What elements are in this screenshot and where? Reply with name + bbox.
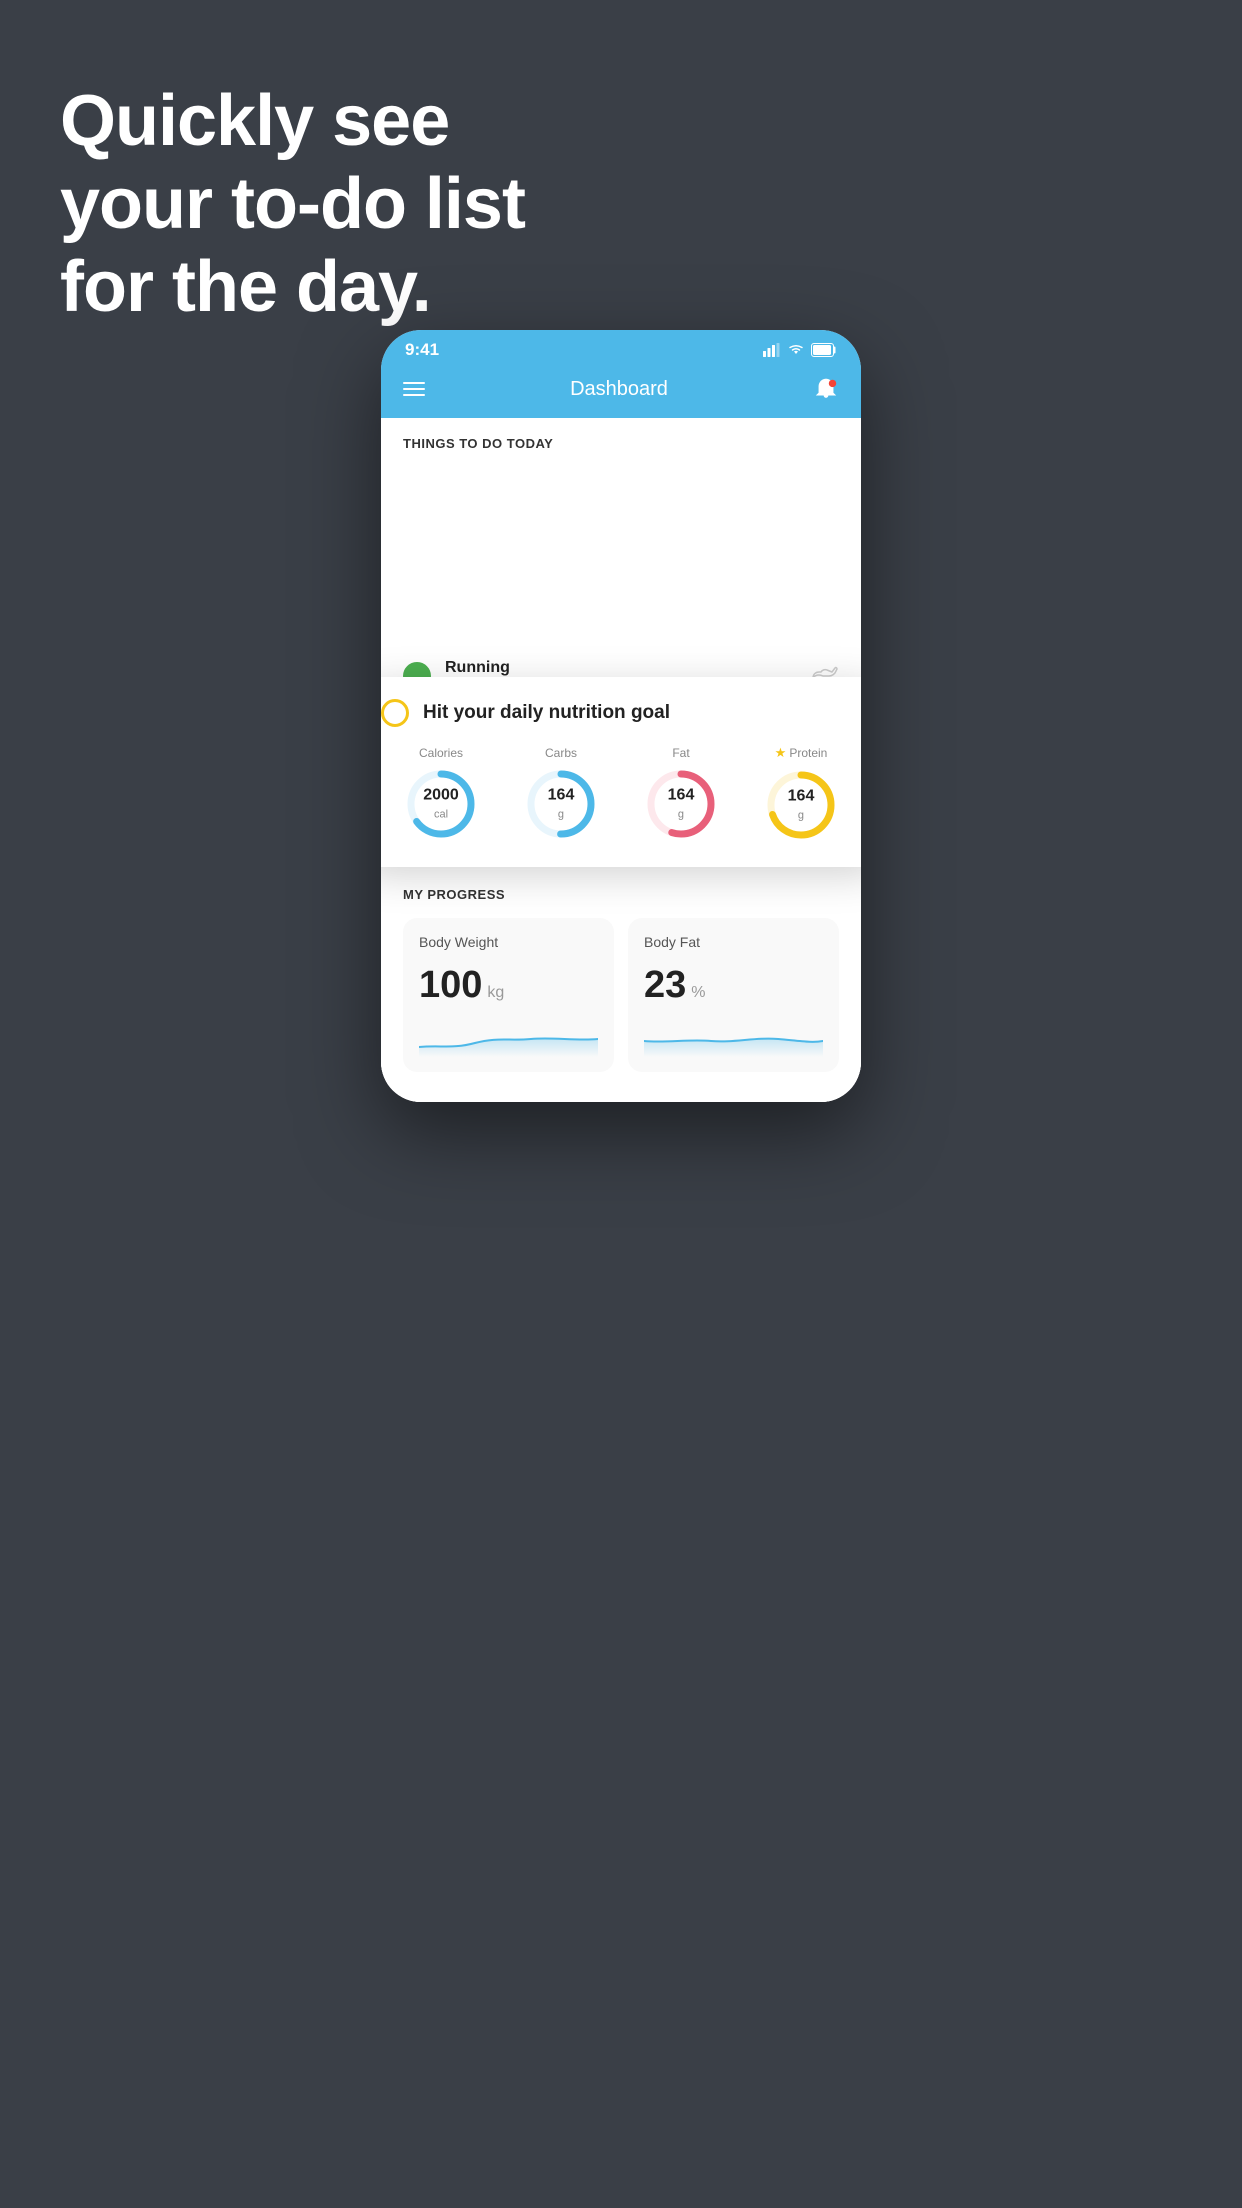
body-weight-card[interactable]: Body Weight 100 kg: [403, 918, 614, 1072]
body-weight-title: Body Weight: [419, 934, 598, 950]
progress-cards: Body Weight 100 kg: [403, 918, 839, 1072]
battery-icon: [811, 343, 837, 357]
hamburger-line: [403, 394, 425, 396]
carbs-donut: 164 g: [523, 766, 599, 842]
nav-bar: Dashboard: [381, 366, 861, 418]
card-title-row: Hit your daily nutrition goal: [381, 699, 861, 727]
todo-items-container: Hit your daily nutrition goal Calories: [381, 643, 861, 843]
fat-value: 164 g: [668, 786, 695, 821]
nutrition-carbs: Carbs 164 g: [523, 746, 599, 842]
signal-icon: [763, 343, 781, 357]
carbs-label: Carbs: [545, 746, 577, 760]
body-fat-title: Body Fat: [644, 934, 823, 950]
calories-label: Calories: [419, 746, 463, 760]
hero-line2: your to-do list: [60, 163, 525, 246]
hero-line1: Quickly see: [60, 80, 525, 163]
hero-text: Quickly see your to-do list for the day.: [60, 80, 525, 328]
hamburger-menu[interactable]: [403, 382, 425, 396]
protein-label: ★ Protein: [775, 745, 828, 761]
fat-label: Fat: [672, 746, 689, 760]
body-fat-unit: %: [691, 984, 705, 1002]
hamburger-line: [403, 388, 425, 390]
status-bar: 9:41: [381, 330, 861, 366]
nav-title: Dashboard: [570, 378, 668, 401]
status-time: 9:41: [405, 340, 439, 360]
protein-value: 164 g: [788, 787, 815, 822]
body-weight-sparkline: [419, 1021, 598, 1057]
progress-header: MY PROGRESS: [403, 873, 839, 918]
nutrition-row: Calories 2000 cal: [381, 745, 861, 843]
notification-bell-icon[interactable]: [813, 376, 839, 402]
protein-donut: 164 g: [763, 767, 839, 843]
phone-shell: 9:41 Dashboar: [381, 330, 861, 1102]
hero-line3: for the day.: [60, 246, 525, 329]
body-fat-card[interactable]: Body Fat 23 %: [628, 918, 839, 1072]
nutrition-calories: Calories 2000 cal: [403, 746, 479, 842]
wifi-icon: [787, 343, 805, 357]
nutrition-card: Hit your daily nutrition goal Calories: [381, 677, 861, 867]
fat-donut: 164 g: [643, 766, 719, 842]
body-weight-value: 100: [419, 964, 482, 1007]
body-fat-value-row: 23 %: [644, 964, 823, 1007]
status-icons: [763, 343, 837, 357]
progress-section: MY PROGRESS Body Weight 100 kg: [381, 873, 861, 1102]
calories-value: 2000 cal: [423, 786, 459, 821]
running-title: Running: [445, 659, 797, 677]
hamburger-line: [403, 382, 425, 384]
nutrition-card-title: Hit your daily nutrition goal: [423, 702, 670, 724]
phone-content: THINGS TO DO TODAY Hit your daily nutrit…: [381, 418, 861, 1102]
things-today-header: THINGS TO DO TODAY: [381, 418, 861, 463]
calories-donut: 2000 cal: [403, 766, 479, 842]
protein-star-icon: ★: [775, 745, 787, 761]
body-weight-value-row: 100 kg: [419, 964, 598, 1007]
nutrition-fat: Fat 164 g: [643, 746, 719, 842]
body-fat-value: 23: [644, 964, 686, 1007]
nutrition-protein: ★ Protein 164 g: [763, 745, 839, 843]
nutrition-circle-indicator: [381, 699, 409, 727]
carbs-value: 164 g: [548, 786, 575, 821]
body-fat-sparkline: [644, 1021, 823, 1057]
body-weight-unit: kg: [487, 984, 504, 1002]
